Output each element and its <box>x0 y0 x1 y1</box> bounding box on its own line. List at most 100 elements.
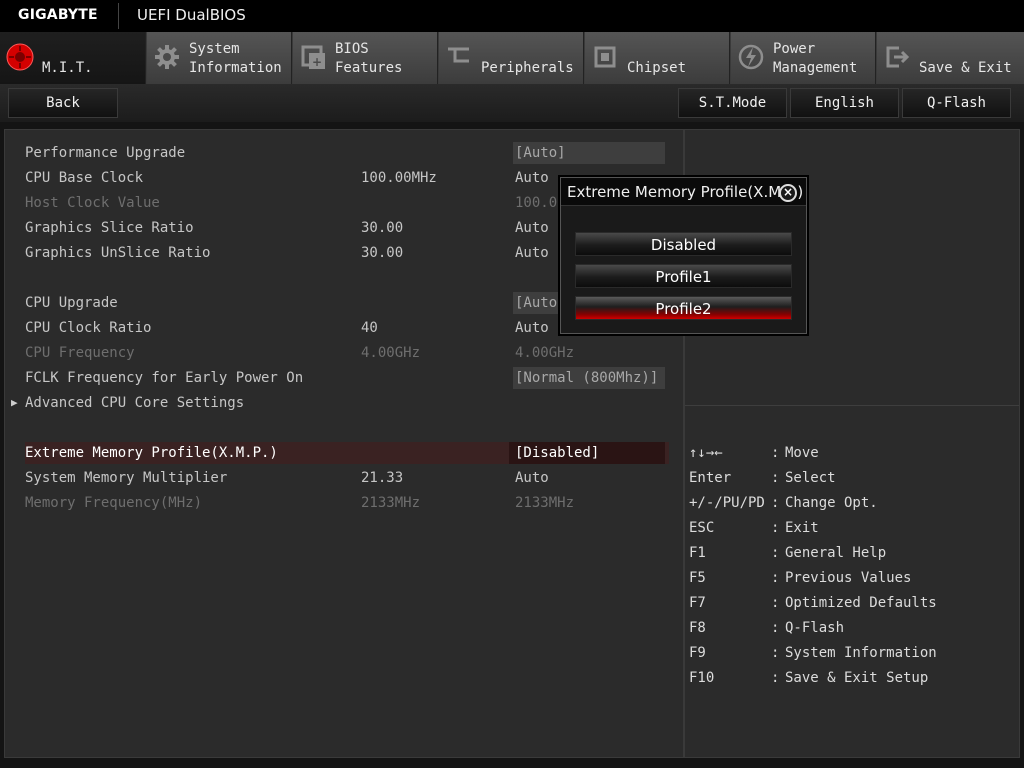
key-description: Previous Values <box>785 570 912 586</box>
setting-row-cpu-frequency: CPU Frequency 4.00GHz 4.00GHz <box>25 342 669 364</box>
tab-bios-features[interactable]: + BIOS Features <box>293 32 438 84</box>
key-name: F9 <box>689 645 706 661</box>
key-name: F1 <box>689 545 706 561</box>
tab-label: Chipset <box>627 60 687 76</box>
setting-current-value: 2133MHz <box>361 495 421 511</box>
setting-label: Memory Frequency(MHz) <box>25 495 203 511</box>
key-description: System Information <box>785 645 937 661</box>
setting-label: CPU Frequency <box>25 345 135 361</box>
setting-current-value: 30.00 <box>361 245 404 261</box>
setting-value[interactable]: [Disabled] <box>509 442 665 464</box>
setting-label: Performance Upgrade <box>25 145 186 161</box>
exit-icon <box>883 43 911 71</box>
tab-label: Power Management <box>773 41 858 76</box>
xmp-popup: Extreme Memory Profile(X.M.P.) × Disable… <box>560 177 807 334</box>
setting-row-system-memory-multiplier[interactable]: System Memory Multiplier 21.33 Auto <box>25 467 669 489</box>
svg-text:+: + <box>312 55 322 69</box>
key-name: ↑↓→← <box>689 445 723 461</box>
tab-save-exit[interactable]: Save & Exit <box>877 32 1024 84</box>
toolbar: Back S.T.Mode English Q-Flash <box>0 84 1024 122</box>
key-description: Q-Flash <box>785 620 845 636</box>
st-mode-button[interactable]: S.T.Mode <box>678 88 787 118</box>
key-name: F10 <box>689 670 715 686</box>
tab-chipset[interactable]: Chipset <box>585 32 730 84</box>
setting-label: CPU Clock Ratio <box>25 320 152 336</box>
setting-row-performance-upgrade[interactable]: Performance Upgrade [Auto] <box>25 142 669 164</box>
popup-option-disabled[interactable]: Disabled <box>575 232 792 256</box>
setting-value[interactable]: Auto <box>513 467 665 489</box>
setting-label: Extreme Memory Profile(X.M.P.) <box>25 445 278 461</box>
key-help-row: ESC: Exit <box>689 517 1009 539</box>
key-help-row: ↑↓→←: Move <box>689 442 1009 464</box>
key-name: +/-/PU/PD <box>689 495 765 511</box>
setting-label: Graphics UnSlice Ratio <box>25 245 211 261</box>
gear-icon <box>153 43 181 71</box>
setting-current-value: 4.00GHz <box>361 345 421 361</box>
setting-row-fclk-frequency[interactable]: FCLK Frequency for Early Power On [Norma… <box>25 367 669 389</box>
key-description: Optimized Defaults <box>785 595 937 611</box>
setting-value: 2133MHz <box>515 495 575 511</box>
key-help-row: F5: Previous Values <box>689 567 1009 589</box>
key-description: Move <box>785 445 819 461</box>
setting-label: CPU Upgrade <box>25 295 118 311</box>
tab-power-management[interactable]: Power Management <box>731 32 876 84</box>
popup-header: Extreme Memory Profile(X.M.P.) × <box>561 178 806 206</box>
key-help-row: F9: System Information <box>689 642 1009 664</box>
setting-current-value: 100.00MHz <box>361 170 437 186</box>
tab-peripherals[interactable]: Peripherals <box>439 32 584 84</box>
setting-value[interactable]: [Auto] <box>513 142 665 164</box>
setting-value[interactable]: [Normal (800Mhz)] <box>513 367 665 389</box>
setting-current-value: 21.33 <box>361 470 404 486</box>
tab-label: Save & Exit <box>919 60 1012 76</box>
language-button[interactable]: English <box>790 88 899 118</box>
bios-title: UEFI DualBIOS <box>137 6 246 24</box>
tab-system-information[interactable]: System Information <box>147 32 292 84</box>
peripherals-icon <box>445 43 473 71</box>
key-name: F7 <box>689 595 706 611</box>
setting-label: FCLK Frequency for Early Power On <box>25 370 304 386</box>
tab-label: BIOS Features <box>335 41 403 76</box>
setting-current-value: 30.00 <box>361 220 404 236</box>
key-name: F5 <box>689 570 706 586</box>
submenu-advanced-cpu-core-settings[interactable]: ▶ Advanced CPU Core Settings <box>11 392 669 414</box>
setting-label: Host Clock Value <box>25 195 160 211</box>
setting-label: System Memory Multiplier <box>25 470 228 486</box>
power-icon <box>737 43 765 71</box>
key-help-row: F1: General Help <box>689 542 1009 564</box>
key-help-row: F8: Q-Flash <box>689 617 1009 639</box>
key-name: F8 <box>689 620 706 636</box>
key-name: ESC <box>689 520 715 536</box>
key-help-row: Enter: Select <box>689 467 1009 489</box>
key-description: Save & Exit Setup <box>785 670 929 686</box>
submenu-arrow-icon: ▶ <box>11 396 18 409</box>
key-help-row: F10: Save & Exit Setup <box>689 667 1009 689</box>
key-help-row: +/-/PU/PD: Change Opt. <box>689 492 1009 514</box>
key-description: Exit <box>785 520 819 536</box>
popup-option-profile1[interactable]: Profile1 <box>575 264 792 288</box>
setting-label: Graphics Slice Ratio <box>25 220 194 236</box>
setting-label: CPU Base Clock <box>25 170 144 186</box>
chipset-icon <box>591 43 619 71</box>
qflash-button[interactable]: Q-Flash <box>902 88 1011 118</box>
back-button[interactable]: Back <box>8 88 118 118</box>
top-bar: GIGABYTE UEFI DualBIOS <box>0 0 1024 32</box>
tab-label: System Information <box>189 41 282 76</box>
close-icon[interactable]: × <box>779 184 797 202</box>
header-divider <box>118 3 119 29</box>
tab-label: M.I.T. <box>42 60 93 76</box>
setting-current-value: 40 <box>361 320 378 336</box>
tab-label: Peripherals <box>481 60 574 76</box>
tab-mit[interactable]: M.I.T. <box>0 32 146 84</box>
key-name: Enter <box>689 470 732 486</box>
popup-title: Extreme Memory Profile(X.M.P.) <box>567 183 804 201</box>
setting-value: 4.00GHz <box>515 345 575 361</box>
key-description: General Help <box>785 545 887 561</box>
mit-icon <box>6 43 34 71</box>
setting-row-xmp[interactable]: Extreme Memory Profile(X.M.P.) [Disabled… <box>25 442 669 464</box>
key-description: Select <box>785 470 836 486</box>
setting-row-memory-frequency: Memory Frequency(MHz) 2133MHz 2133MHz <box>25 492 669 514</box>
key-help-row: F7: Optimized Defaults <box>689 592 1009 614</box>
brand-logo: GIGABYTE <box>18 7 98 23</box>
popup-option-profile2[interactable]: Profile2 <box>575 296 792 320</box>
bios-chip-icon: + <box>299 43 327 71</box>
